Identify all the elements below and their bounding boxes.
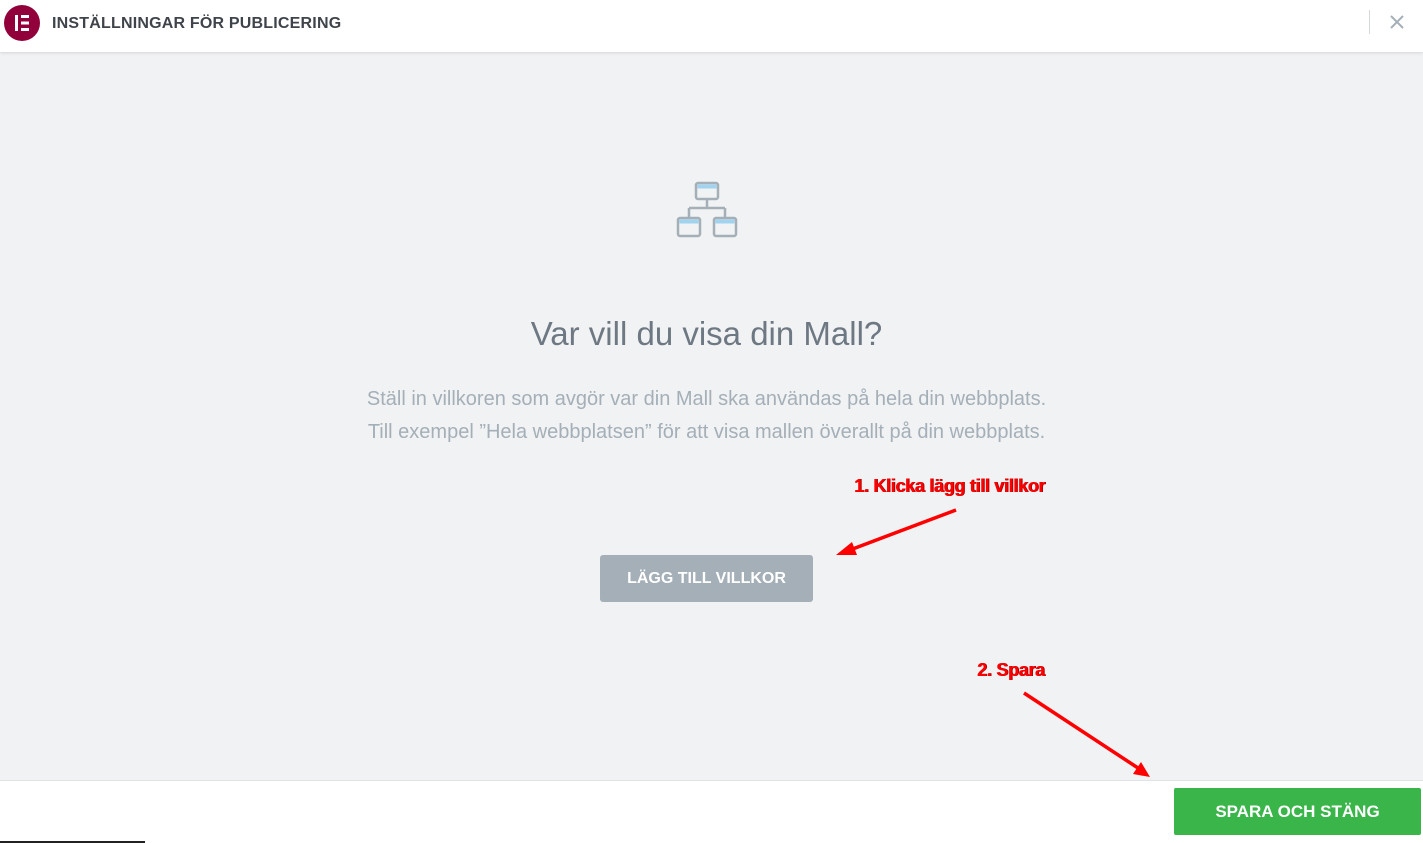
annotation-step-2: 2. Spara [977,660,1045,680]
page-description: Ställ in villkoren som avgör var din Mal… [0,383,1413,449]
annotation-step-1: 1. Klicka lägg till villkor [854,476,1045,496]
conditions-intro: Var vill du visa din Mall? Ställ in vill… [0,52,1423,780]
elementor-logo-icon [4,5,40,41]
header-divider [1369,10,1370,34]
add-condition-button[interactable]: LÄGG TILL VILLKOR [600,555,813,602]
description-line-2: Till exempel ”Hela webbplatsen” för att … [367,421,1046,443]
annotation-arrow-2 [1023,691,1150,777]
modal-title: INSTÄLLNINGAR FÖR PUBLICERING [52,15,342,32]
save-and-close-button[interactable]: SPARA OCH STÄNG [1174,788,1421,835]
page-title: Var vill du visa din Mall? [530,315,883,352]
annotation-arrow-1 [836,508,957,555]
modal-footer: SPARA OCH STÄNG [0,780,1423,843]
site-hierarchy-icon [676,181,740,246]
close-icon[interactable] [1385,10,1409,34]
description-line-1: Ställ in villkoren som avgör var din Mal… [366,388,1047,410]
modal-header: INSTÄLLNINGAR FÖR PUBLICERING [0,0,1423,52]
